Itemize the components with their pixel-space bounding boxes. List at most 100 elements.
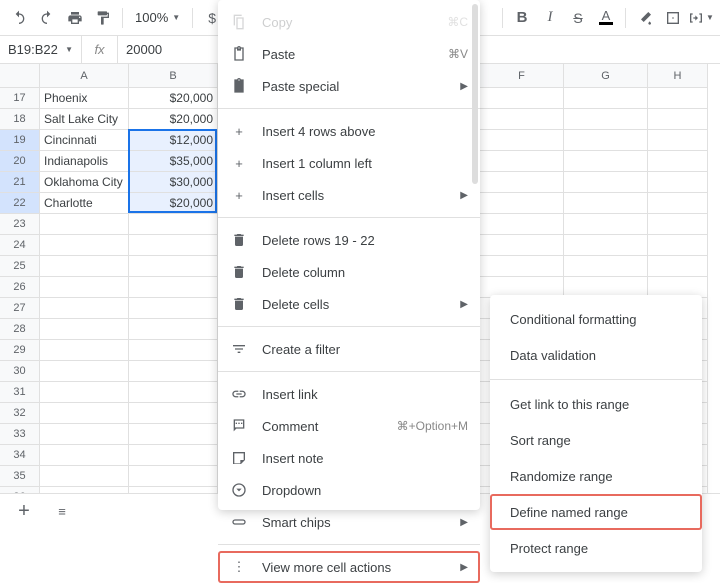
bold-button[interactable]: B xyxy=(509,5,535,31)
submenu-get-link[interactable]: Get link to this range xyxy=(490,386,702,422)
cell[interactable] xyxy=(648,88,708,109)
cell[interactable] xyxy=(40,424,129,445)
cell[interactable] xyxy=(40,403,129,424)
submenu-define-named-range[interactable]: Define named range xyxy=(490,494,702,530)
all-sheets-button[interactable]: ≡ xyxy=(48,498,76,526)
cell[interactable] xyxy=(648,151,708,172)
col-header-B[interactable]: B xyxy=(129,64,218,88)
cell[interactable] xyxy=(648,193,708,214)
cell[interactable] xyxy=(564,172,648,193)
cell[interactable]: $12,000 xyxy=(129,130,218,151)
submenu-protect-range[interactable]: Protect range xyxy=(490,530,702,566)
cell[interactable] xyxy=(129,382,218,403)
cell[interactable] xyxy=(129,298,218,319)
cell[interactable] xyxy=(564,109,648,130)
select-all-corner[interactable] xyxy=(0,64,40,88)
cell[interactable] xyxy=(129,403,218,424)
cell[interactable]: Charlotte xyxy=(40,193,129,214)
row-header[interactable]: 24 xyxy=(0,235,40,256)
row-header[interactable]: 27 xyxy=(0,298,40,319)
cell[interactable]: $20,000 xyxy=(129,193,218,214)
menu-create-filter[interactable]: Create a filter xyxy=(218,333,480,365)
cell[interactable] xyxy=(40,298,129,319)
cell[interactable] xyxy=(129,214,218,235)
row-header[interactable]: 26 xyxy=(0,277,40,298)
row-header[interactable]: 18 xyxy=(0,109,40,130)
cell[interactable] xyxy=(40,466,129,487)
cell[interactable] xyxy=(564,235,648,256)
strikethrough-button[interactable]: S xyxy=(565,5,591,31)
cell[interactable]: Salt Lake City xyxy=(40,109,129,130)
text-color-button[interactable]: A xyxy=(593,5,619,31)
cell[interactable] xyxy=(564,193,648,214)
cell[interactable] xyxy=(480,88,564,109)
cell[interactable] xyxy=(129,235,218,256)
cell[interactable] xyxy=(564,130,648,151)
menu-insert-rows[interactable]: + Insert 4 rows above xyxy=(218,115,480,147)
cell[interactable] xyxy=(40,319,129,340)
cell[interactable] xyxy=(648,109,708,130)
row-header[interactable]: 23 xyxy=(0,214,40,235)
row-header[interactable]: 34 xyxy=(0,445,40,466)
cell[interactable] xyxy=(564,151,648,172)
cell[interactable]: Phoenix xyxy=(40,88,129,109)
cell[interactable] xyxy=(129,424,218,445)
submenu-randomize[interactable]: Randomize range xyxy=(490,458,702,494)
cell[interactable] xyxy=(564,214,648,235)
cell[interactable] xyxy=(648,172,708,193)
merge-button[interactable]: ▼ xyxy=(688,5,714,31)
cell[interactable] xyxy=(40,361,129,382)
cell[interactable] xyxy=(40,445,129,466)
print-button[interactable] xyxy=(62,5,88,31)
cell[interactable]: $20,000 xyxy=(129,109,218,130)
row-header[interactable]: 22 xyxy=(0,193,40,214)
undo-button[interactable] xyxy=(6,5,32,31)
cell[interactable] xyxy=(129,319,218,340)
row-header[interactable]: 32 xyxy=(0,403,40,424)
cell[interactable] xyxy=(40,256,129,277)
menu-delete-rows[interactable]: Delete rows 19 - 22 xyxy=(218,224,480,256)
cell[interactable] xyxy=(40,235,129,256)
cell[interactable] xyxy=(40,382,129,403)
cell[interactable] xyxy=(648,214,708,235)
menu-paste[interactable]: Paste⌘V xyxy=(218,38,480,70)
cell[interactable] xyxy=(129,277,218,298)
row-header[interactable]: 20 xyxy=(0,151,40,172)
cell[interactable] xyxy=(480,130,564,151)
menu-insert-link[interactable]: Insert link xyxy=(218,378,480,410)
row-header[interactable]: 35 xyxy=(0,466,40,487)
row-header[interactable]: 29 xyxy=(0,340,40,361)
col-header-G[interactable]: G xyxy=(564,64,648,88)
menu-delete-cells[interactable]: Delete cells▶ xyxy=(218,288,480,320)
cell[interactable] xyxy=(480,214,564,235)
paint-format-button[interactable] xyxy=(90,5,116,31)
menu-dropdown[interactable]: Dropdown xyxy=(218,474,480,506)
borders-button[interactable] xyxy=(660,5,686,31)
menu-copy[interactable]: Copy⌘C xyxy=(218,6,480,38)
cell[interactable] xyxy=(480,109,564,130)
submenu-conditional-formatting[interactable]: Conditional formatting xyxy=(490,301,702,337)
cell[interactable] xyxy=(129,340,218,361)
cell[interactable] xyxy=(129,256,218,277)
menu-comment[interactable]: Comment⌘+Option+M xyxy=(218,410,480,442)
cell[interactable]: Indianapolis xyxy=(40,151,129,172)
menu-insert-cells[interactable]: + Insert cells▶ xyxy=(218,179,480,211)
cell[interactable]: Cincinnati xyxy=(40,130,129,151)
fill-color-button[interactable] xyxy=(632,5,658,31)
menu-insert-note[interactable]: Insert note xyxy=(218,442,480,474)
cell[interactable]: Oklahoma City xyxy=(40,172,129,193)
menu-view-more[interactable]: ⋮ View more cell actions▶ xyxy=(218,551,480,583)
italic-button[interactable]: I xyxy=(537,5,563,31)
col-header-F[interactable]: F xyxy=(480,64,564,88)
cell[interactable] xyxy=(480,151,564,172)
cell[interactable]: $20,000 xyxy=(129,88,218,109)
row-header[interactable]: 25 xyxy=(0,256,40,277)
col-header-H[interactable]: H xyxy=(648,64,708,88)
row-header[interactable]: 28 xyxy=(0,319,40,340)
zoom-dropdown[interactable]: 100%▼ xyxy=(129,10,186,25)
cell[interactable] xyxy=(129,466,218,487)
name-box[interactable]: B19:B22▼ xyxy=(0,36,82,63)
cell[interactable] xyxy=(480,235,564,256)
submenu-data-validation[interactable]: Data validation xyxy=(490,337,702,373)
menu-insert-column[interactable]: + Insert 1 column left xyxy=(218,147,480,179)
